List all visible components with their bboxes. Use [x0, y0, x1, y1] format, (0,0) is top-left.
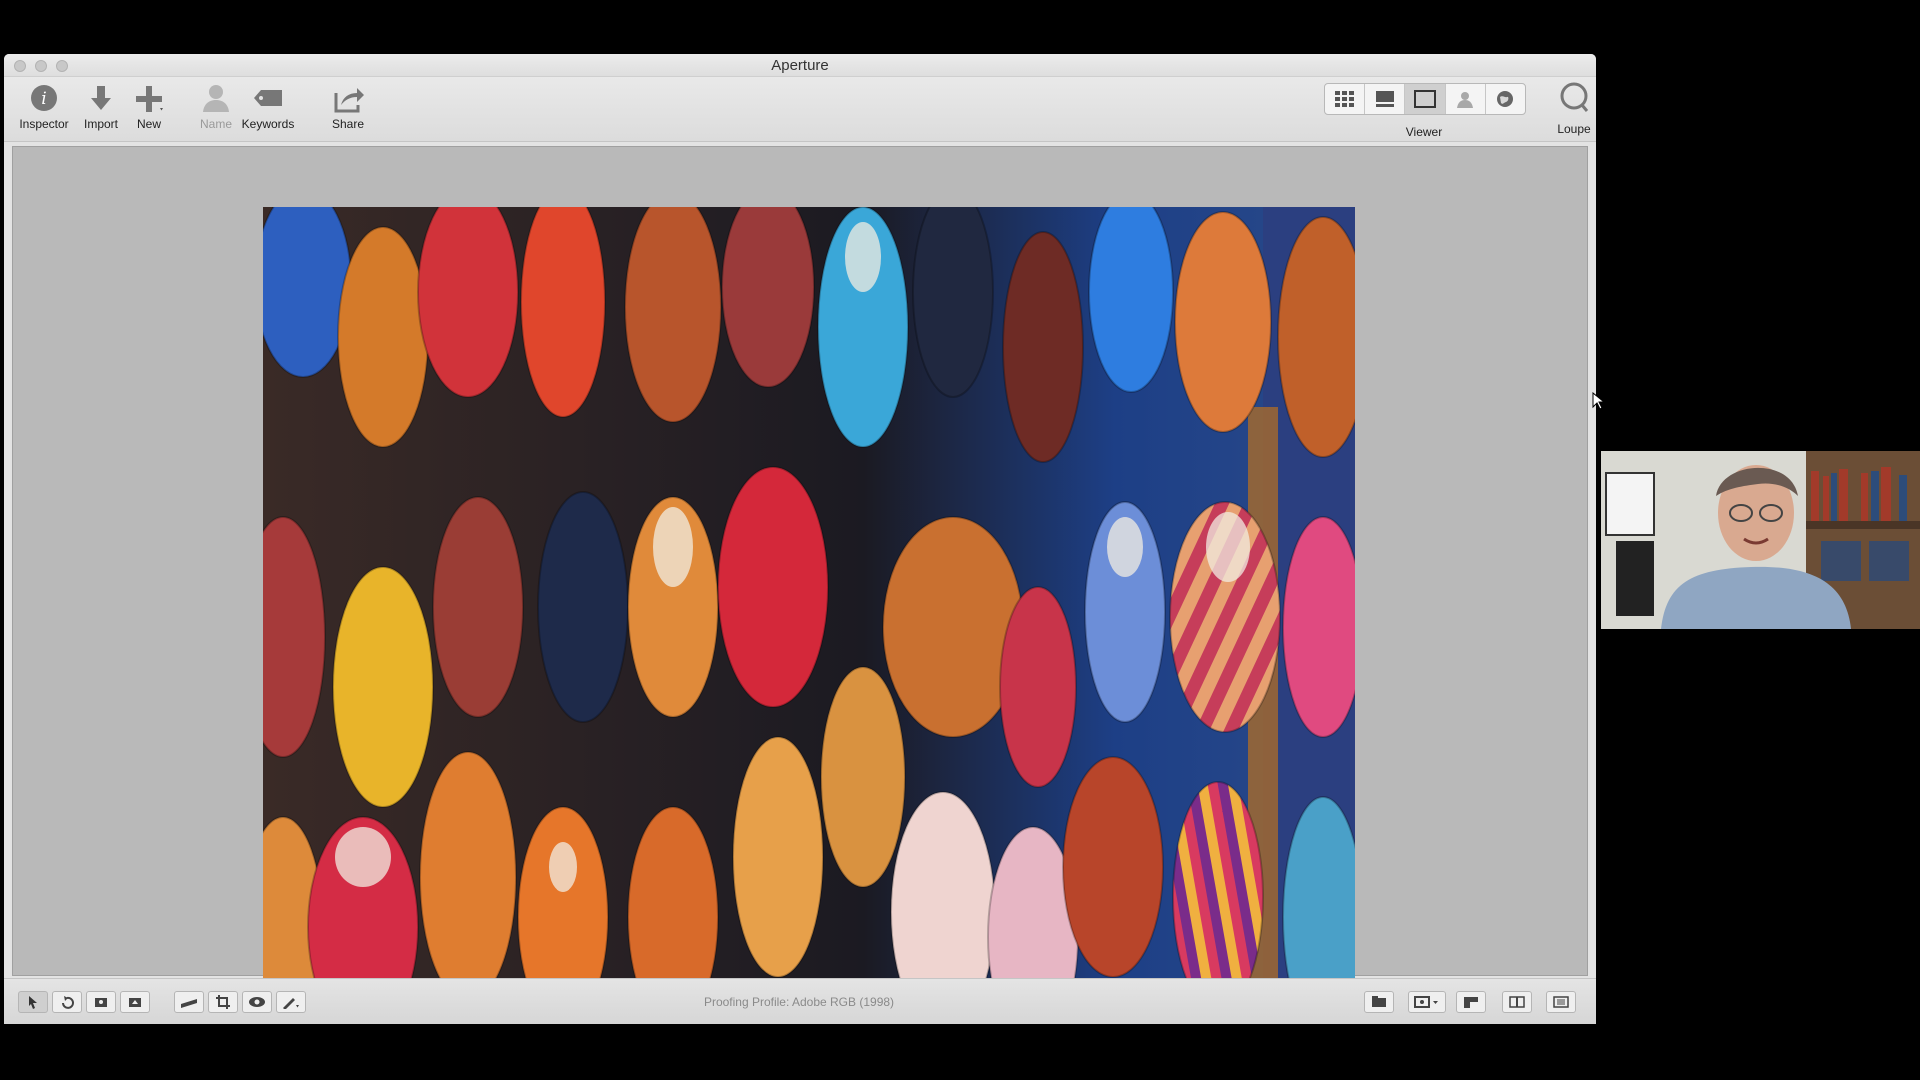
- split-button[interactable]: [1502, 991, 1532, 1013]
- hud-button[interactable]: [1456, 991, 1486, 1013]
- person-icon: [203, 85, 229, 112]
- download-arrow-icon: [91, 86, 111, 110]
- loupe-button[interactable]: Loupe: [1544, 81, 1596, 136]
- keywords-label: Keywords: [241, 117, 295, 131]
- toolbar: i Inspector Import New Name Keywords Sha…: [4, 77, 1596, 142]
- globe-icon: [1497, 91, 1514, 107]
- loupe-label: Loupe: [1557, 122, 1591, 136]
- plus-icon: [136, 86, 163, 112]
- share-button[interactable]: Share: [318, 81, 378, 131]
- info-icon: i: [31, 85, 57, 111]
- title-bar: Aperture: [4, 54, 1596, 77]
- viewer-label: Viewer: [1405, 125, 1443, 139]
- single-image-icon: [1414, 90, 1436, 108]
- screen-icon: [1372, 996, 1386, 1007]
- metadata-button[interactable]: [1546, 991, 1576, 1013]
- photo-slippers[interactable]: [263, 207, 1355, 1024]
- inspector-label: Inspector: [19, 117, 69, 131]
- share-icon: [334, 88, 364, 113]
- places-view-button[interactable]: [1486, 84, 1525, 114]
- aperture-window: Aperture i Inspector Import New Name Key…: [4, 54, 1596, 1024]
- new-button[interactable]: New: [119, 81, 179, 131]
- keywords-button[interactable]: Keywords: [238, 81, 298, 131]
- bottom-toolbar: Proofing Profile: Adobe RGB (1998): [4, 978, 1596, 1024]
- new-label: New: [136, 117, 161, 131]
- proofing-profile-label: Proofing Profile: Adobe RGB (1998): [703, 995, 895, 1009]
- split-icon: [1509, 996, 1525, 1008]
- webcam-overlay: [1601, 451, 1920, 629]
- mouse-cursor-icon: [1592, 391, 1606, 415]
- fullscreen-button[interactable]: [1364, 991, 1394, 1013]
- window-title: Aperture: [771, 57, 829, 74]
- import-menu-button[interactable]: [1408, 991, 1446, 1013]
- person-icon: [1457, 92, 1474, 108]
- slippers-image: [263, 207, 1355, 1024]
- name-button[interactable]: Name: [186, 81, 246, 131]
- name-label: Name: [199, 117, 232, 131]
- presenter-video: [1601, 451, 1920, 629]
- share-label: Share: [331, 117, 365, 131]
- viewer-only-button[interactable]: [1405, 84, 1446, 114]
- split-view-button[interactable]: [1365, 84, 1406, 114]
- faces-view-button[interactable]: [1446, 84, 1486, 114]
- grid-icon: [1334, 91, 1354, 107]
- viewer-area: [12, 146, 1588, 1024]
- panel-icon: [1464, 997, 1478, 1008]
- tag-icon: [254, 90, 282, 106]
- svg-text:i: i: [41, 89, 46, 109]
- magnifier-icon: [1560, 82, 1589, 112]
- image-menu-icon: [1414, 996, 1438, 1008]
- viewer-mode-control: [1324, 83, 1526, 115]
- inspector-button[interactable]: i Inspector: [14, 81, 74, 131]
- list-icon: [1553, 996, 1569, 1008]
- filmstrip-icon: [1375, 91, 1394, 107]
- browser-view-button[interactable]: [1325, 84, 1366, 114]
